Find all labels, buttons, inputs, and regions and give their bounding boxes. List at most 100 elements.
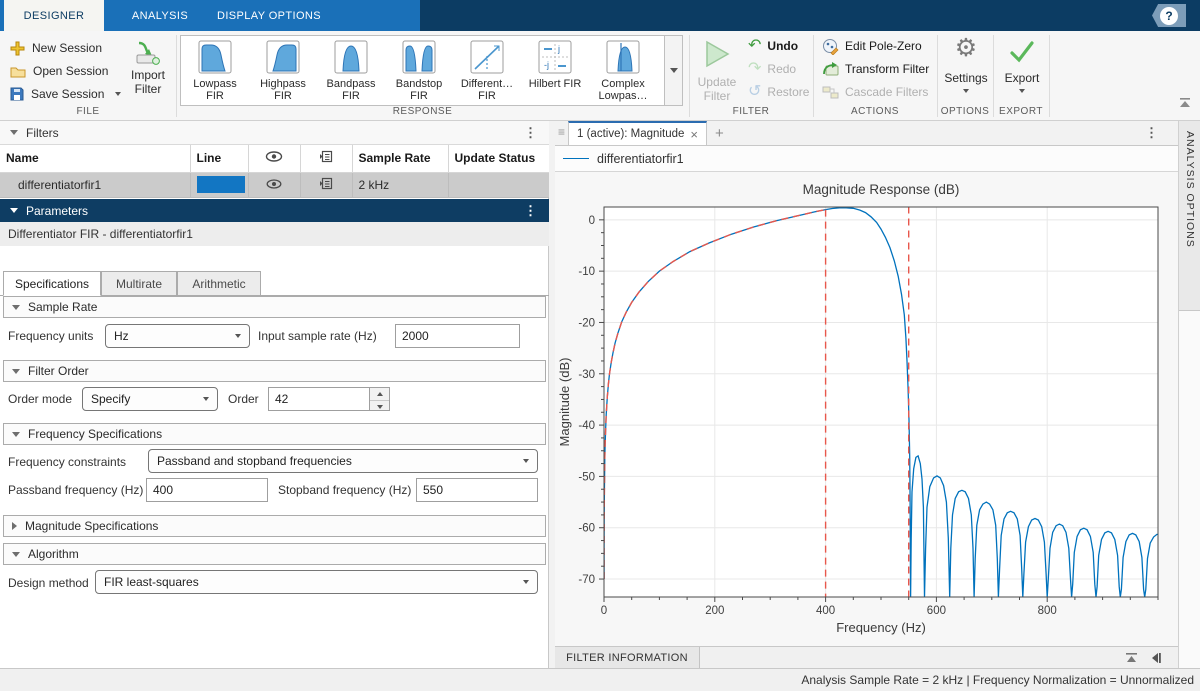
differentiator-fir-button[interactable]: Different… FIR — [453, 36, 521, 105]
settings-button[interactable]: Settings — [938, 71, 994, 93]
restore-icon: ↺ — [748, 84, 761, 100]
col-header-visibility[interactable] — [248, 145, 300, 172]
edit-pole-zero-icon — [822, 38, 839, 55]
input-sample-rate-field[interactable] — [395, 324, 520, 348]
filters-table-header-row: Name Line Sample Rate Update Status — [0, 145, 549, 172]
hilbert-fir-button[interactable]: j-j Hilbert FIR — [521, 36, 589, 105]
filter-info-cell[interactable] — [300, 172, 352, 197]
analysis-options-label: ANALYSIS OPTIONS — [1184, 131, 1196, 248]
lowpass-fir-button[interactable]: Lowpass FIR — [181, 36, 249, 105]
save-session-button[interactable]: Save Session — [10, 85, 121, 103]
order-mode-select[interactable]: Specify — [82, 387, 218, 411]
tab-list-icon[interactable]: ≡ — [558, 125, 565, 139]
svg-text:0: 0 — [601, 605, 607, 617]
tab-multirate[interactable]: Multirate — [101, 271, 177, 296]
collapse-ribbon-button[interactable] — [1178, 97, 1192, 109]
analysis-options-tab[interactable]: ANALYSIS OPTIONS — [1179, 121, 1200, 311]
plot-menu-dots-icon[interactable]: ⋮ — [1145, 125, 1158, 141]
save-session-label: Save Session — [31, 87, 104, 101]
eye-icon — [265, 151, 283, 162]
order-field[interactable] — [268, 387, 370, 411]
stopband-frequency-field[interactable] — [416, 478, 538, 502]
export-button[interactable]: Export — [996, 71, 1048, 93]
dropdown-arrow-icon — [203, 397, 209, 401]
design-method-select[interactable]: FIR least-squares — [95, 570, 538, 594]
filter-information-tab[interactable]: FILTER INFORMATION — [555, 647, 700, 668]
cascade-filters-button[interactable]: Cascade Filters — [822, 82, 928, 102]
filters-panel-header[interactable]: Filters ⋮ — [0, 121, 549, 145]
section-label-export: EXPORT — [993, 106, 1049, 117]
import-filter-button[interactable]: Import Filter — [122, 41, 174, 96]
parameters-menu-dots-icon[interactable]: ⋮ — [524, 203, 537, 219]
tab-designer-label: DESIGNER — [24, 10, 85, 22]
col-header-line[interactable]: Line — [190, 145, 248, 172]
tab-arithmetic[interactable]: Arithmetic — [177, 271, 261, 296]
section-label-filter: FILTER — [689, 106, 813, 117]
col-header-sample-rate[interactable]: Sample Rate — [352, 145, 448, 172]
col-header-name[interactable]: Name — [0, 145, 190, 172]
response-gallery: Lowpass FIR Highpass FIR Bandpass FIR Ba… — [180, 35, 665, 106]
bandpass-fir-icon — [334, 40, 368, 74]
transform-filter-button[interactable]: Transform Filter — [822, 59, 929, 79]
filter-name-cell[interactable]: differentiatorfir1 — [0, 172, 190, 197]
expand-panel-icon[interactable] — [1125, 652, 1138, 664]
svg-text:-20: -20 — [578, 317, 595, 329]
frequency-specifications-section-header[interactable]: Frequency Specifications — [3, 423, 546, 445]
tab-analysis[interactable]: ANALYSIS — [110, 0, 210, 31]
highpass-fir-button[interactable]: Highpass FIR — [249, 36, 317, 105]
response-gallery-expand-button[interactable] — [664, 35, 683, 106]
bandpass-fir-button[interactable]: Bandpass FIR — [317, 36, 385, 105]
filter-visibility-cell[interactable] — [248, 172, 300, 197]
filter-row-differentiatorfir1[interactable]: differentiatorfir1 2 kHz — [0, 172, 549, 197]
tab-designer[interactable]: DESIGNER — [4, 0, 104, 31]
filter-sample-rate-cell[interactable]: 2 kHz — [352, 172, 448, 197]
frequency-constraints-select[interactable]: Passband and stopband frequencies — [148, 449, 538, 473]
new-session-button[interactable]: New Session — [10, 39, 102, 57]
spinner-down-button[interactable] — [370, 400, 389, 412]
magnitude-specifications-section-header[interactable]: Magnitude Specifications — [3, 515, 546, 537]
passband-frequency-field[interactable] — [146, 478, 268, 502]
save-session-dropdown-icon[interactable] — [115, 92, 121, 96]
ribbon: New Session Open Session Save Session Im… — [0, 31, 1200, 121]
tab-analysis-label: ANALYSIS — [132, 10, 188, 22]
tab-magnitude-plot[interactable]: 1 (active): Magnitude × — [568, 121, 707, 146]
update-filter-button[interactable]: Update Filter — [694, 75, 740, 103]
redo-button[interactable]: ↷ Redo — [748, 59, 796, 79]
section-label-actions: ACTIONS — [813, 106, 937, 117]
filter-order-section-header[interactable]: Filter Order — [3, 360, 546, 382]
export-label: Export — [996, 71, 1048, 85]
undo-button[interactable]: ↶ Undo — [748, 36, 798, 56]
filter-line-cell[interactable] — [190, 172, 248, 197]
help-button[interactable]: ? — [1152, 4, 1186, 27]
line-color-swatch[interactable] — [197, 176, 245, 193]
edit-pole-zero-button[interactable]: Edit Pole-Zero — [822, 36, 922, 56]
analysis-options-strip: ANALYSIS OPTIONS — [1178, 121, 1200, 668]
dock-left-icon[interactable] — [1149, 652, 1162, 664]
filter-update-status-cell[interactable] — [448, 172, 549, 197]
dropdown-arrow-icon — [523, 459, 529, 463]
parameters-panel-header[interactable]: Parameters ⋮ — [0, 199, 549, 222]
undo-icon: ↶ — [748, 38, 761, 54]
restore-button[interactable]: ↺ Restore — [748, 82, 809, 102]
filters-menu-dots-icon[interactable]: ⋮ — [524, 125, 537, 141]
collapse-triangle-icon — [10, 208, 18, 213]
tab-display-options[interactable]: DISPLAY OPTIONS — [213, 0, 325, 31]
complex-lowpass-fir-button[interactable]: Complex Lowpas… — [589, 36, 657, 105]
col-header-info[interactable] — [300, 145, 352, 172]
col-header-update-status[interactable]: Update Status — [448, 145, 549, 172]
bandstop-fir-button[interactable]: Bandstop FIR — [385, 36, 453, 105]
new-plot-tab-button[interactable]: + — [715, 125, 724, 142]
filter-information-bar: FILTER INFORMATION — [555, 646, 1178, 668]
tab-specifications[interactable]: Specifications — [3, 271, 101, 296]
svg-text:-50: -50 — [578, 471, 595, 483]
magnitude-response-chart[interactable]: 02004006008000-10-20-30-40-50-60-70Magni… — [555, 173, 1178, 646]
svg-text:-60: -60 — [578, 523, 595, 535]
algorithm-section-header[interactable]: Algorithm — [3, 543, 546, 565]
open-session-button[interactable]: Open Session — [10, 62, 108, 80]
frequency-units-select[interactable]: Hz — [105, 324, 250, 348]
sample-rate-section-header[interactable]: Sample Rate — [3, 296, 546, 318]
filters-table: Name Line Sample Rate Update Status diff… — [0, 145, 549, 198]
spinner-up-button[interactable] — [370, 388, 389, 400]
section-label-options: OPTIONS — [937, 106, 993, 117]
close-tab-icon[interactable]: × — [690, 127, 698, 142]
